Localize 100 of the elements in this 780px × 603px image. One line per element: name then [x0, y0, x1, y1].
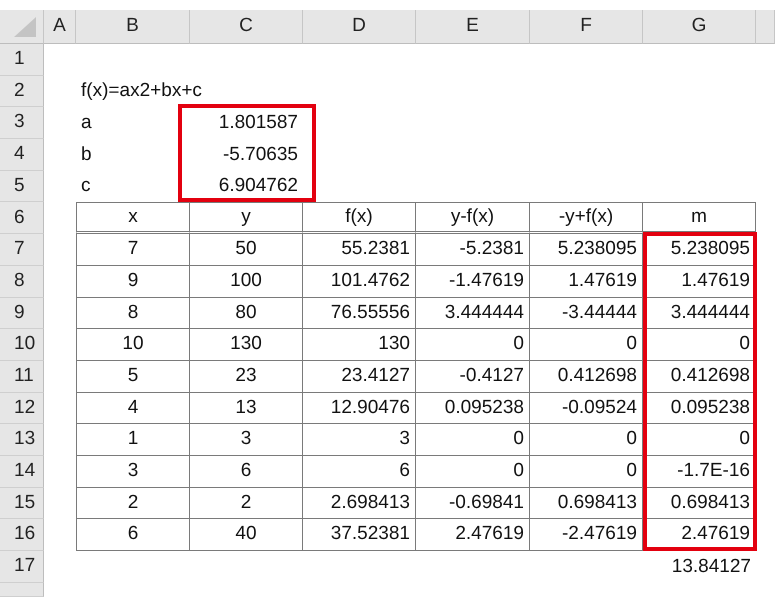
- column-header[interactable]: B: [76, 10, 190, 44]
- row-header[interactable]: 16: [0, 519, 44, 551]
- table-header-cell: m: [643, 202, 756, 234]
- table-cell: 0: [530, 424, 643, 456]
- table-header-cell: -y+f(x): [530, 202, 643, 234]
- table-cell: -1.7E-16: [643, 456, 756, 488]
- table-cell: 0: [416, 424, 530, 456]
- row-header[interactable]: 3: [0, 107, 44, 140]
- table-cell: -3.44444: [530, 298, 643, 330]
- row-header[interactable]: 4: [0, 139, 44, 171]
- row-header[interactable]: 13: [0, 424, 44, 456]
- formula-text: f(x)=ax2+bx+c: [80, 79, 203, 104]
- table-cell: 0.698413: [643, 488, 756, 520]
- table-cell: -0.69841: [416, 488, 530, 520]
- table-header-cell: y-f(x): [416, 202, 530, 234]
- table-cell: 23: [190, 360, 303, 393]
- table-cell: 1: [76, 424, 190, 456]
- table-cell: 3.444444: [643, 298, 756, 330]
- table-cell: 2.698413: [303, 488, 416, 520]
- table-cell: 0.095238: [643, 392, 756, 424]
- parameter-value: -5.70635: [222, 142, 299, 167]
- table-cell: 0: [530, 456, 643, 488]
- row-header[interactable]: 11: [0, 360, 44, 393]
- column-header[interactable]: E: [416, 10, 530, 44]
- table-cell: 101.4762: [303, 266, 416, 298]
- column-header-background: [756, 10, 775, 44]
- column-header[interactable]: F: [530, 10, 643, 44]
- table-cell: 40: [190, 519, 303, 551]
- row-header[interactable]: 2: [0, 76, 44, 108]
- table-cell: 8: [76, 298, 190, 330]
- table-cell: -5.2381: [416, 234, 530, 266]
- table-cell: 3: [76, 456, 190, 488]
- table-header-cell: y: [190, 202, 303, 234]
- row-header[interactable]: 7: [0, 234, 44, 266]
- table-cell: 130: [303, 329, 416, 361]
- row-header[interactable]: 5: [0, 170, 44, 202]
- table-cell: -0.09524: [530, 392, 643, 424]
- table-cell: 7: [76, 234, 190, 266]
- column-header[interactable]: C: [190, 10, 303, 44]
- row-header[interactable]: 9: [0, 298, 44, 330]
- parameter-label: b: [80, 142, 93, 167]
- row-header[interactable]: 12: [0, 392, 44, 424]
- table-cell: 6: [303, 456, 416, 488]
- table-cell: -2.47619: [530, 519, 643, 551]
- table-cell: 0.698413: [530, 488, 643, 520]
- table-cell: 0: [643, 424, 756, 456]
- parameter-label: a: [80, 110, 93, 135]
- table-cell: 13: [190, 392, 303, 424]
- select-all-button[interactable]: [0, 10, 44, 44]
- row-header[interactable]: 17: [0, 551, 44, 583]
- table-cell: 6: [190, 456, 303, 488]
- table-cell: 1.47619: [643, 266, 756, 298]
- table-cell: 3: [190, 424, 303, 456]
- row-header-background: [0, 582, 44, 597]
- table-header-cell: x: [76, 202, 190, 234]
- table-cell: 5: [76, 360, 190, 393]
- table-cell: 0: [416, 456, 530, 488]
- table-cell: -0.4127: [416, 360, 530, 393]
- table-cell: 0.412698: [530, 360, 643, 393]
- table-cell: 80: [190, 298, 303, 330]
- row-header[interactable]: 15: [0, 488, 44, 520]
- table-cell: -1.47619: [416, 266, 530, 298]
- row-header[interactable]: 10: [0, 329, 44, 361]
- table-cell: 2: [76, 488, 190, 520]
- row-header[interactable]: 8: [0, 266, 44, 298]
- table-cell: 100: [190, 266, 303, 298]
- column-header[interactable]: A: [44, 10, 76, 44]
- table-cell: 50: [190, 234, 303, 266]
- parameter-value: 6.904762: [218, 174, 299, 198]
- table-cell: 76.55556: [303, 298, 416, 330]
- column-header[interactable]: D: [303, 10, 416, 44]
- table-cell: 10: [76, 329, 190, 361]
- table-cell: 3: [303, 424, 416, 456]
- table-cell: 5.238095: [530, 234, 643, 266]
- table-cell: 1.47619: [530, 266, 643, 298]
- table-cell: 12.90476: [303, 392, 416, 424]
- table-cell: 5.238095: [643, 234, 756, 266]
- table-cell: 55.2381: [303, 234, 416, 266]
- table-cell: 3.444444: [416, 298, 530, 330]
- table-cell: 37.52381: [303, 519, 416, 551]
- table-cell: 0: [416, 329, 530, 361]
- table-cell: 2.47619: [416, 519, 530, 551]
- table-cell: 4: [76, 392, 190, 424]
- table-cell: 9: [76, 266, 190, 298]
- table-cell: 0: [643, 329, 756, 361]
- table-cell: 0: [530, 329, 643, 361]
- sum-value: 13.84127: [670, 554, 752, 579]
- parameter-value: 1.801587: [218, 110, 299, 135]
- column-header[interactable]: G: [643, 10, 756, 44]
- table-cell: 2: [190, 488, 303, 520]
- row-header[interactable]: 6: [0, 202, 44, 234]
- table-cell: 130: [190, 329, 303, 361]
- table-cell: 23.4127: [303, 360, 416, 393]
- table-cell: 2.47619: [643, 519, 756, 551]
- row-header[interactable]: 1: [0, 44, 44, 76]
- table-cell: 0.412698: [643, 360, 756, 393]
- row-header[interactable]: 14: [0, 456, 44, 488]
- table-cell: 6: [76, 519, 190, 551]
- table-cell: 0.095238: [416, 392, 530, 424]
- table-header-cell: f(x): [303, 202, 416, 234]
